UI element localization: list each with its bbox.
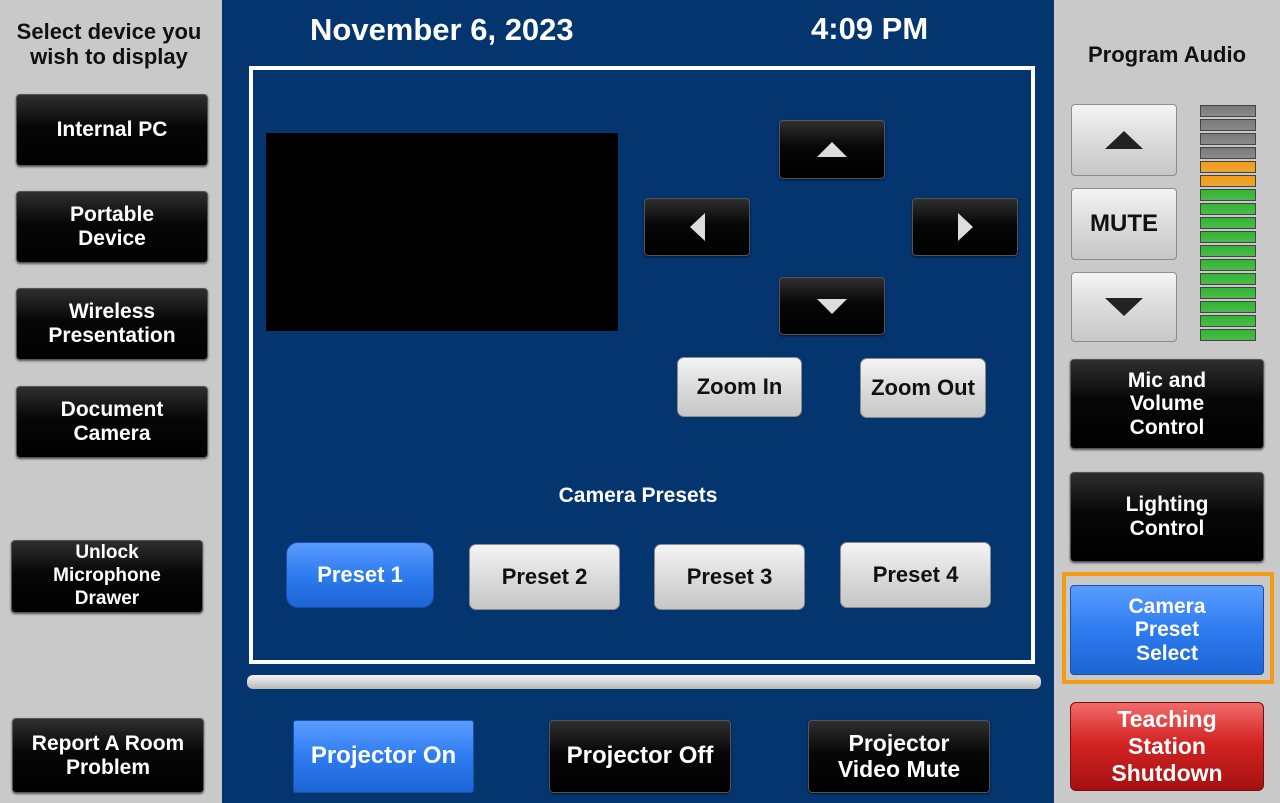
meter-segment: [1200, 301, 1256, 313]
preset-label: Preset 2: [501, 563, 588, 589]
source-internal-pc-button[interactable]: Internal PC: [16, 94, 208, 166]
source-portable-device-button[interactable]: Portable Device: [16, 191, 208, 263]
preset-1-button[interactable]: Preset 1: [286, 542, 434, 608]
camera-preset-select-button[interactable]: Camera Preset Select: [1070, 585, 1264, 675]
preset-label: Preset 1: [317, 561, 403, 587]
shutdown-label: Teaching Station Shutdown: [1111, 705, 1223, 787]
report-button-label: Report A Room Problem: [31, 731, 185, 779]
mute-label: MUTE: [1090, 209, 1158, 237]
chevron-right-icon: [957, 213, 973, 241]
meter-segment: [1200, 119, 1256, 131]
camera-presets-heading: Camera Presets: [558, 484, 718, 507]
projector-off-label: Projector Off: [566, 742, 714, 770]
source-button-label: Portable Device: [69, 203, 155, 250]
volume-down-icon: [1105, 298, 1143, 316]
projector-video-mute-button[interactable]: Projector Video Mute: [808, 720, 990, 793]
source-button-label: Internal PC: [56, 118, 168, 142]
meter-segment: [1200, 329, 1256, 341]
meter-segment: [1200, 273, 1256, 285]
volume-up-icon: [1105, 131, 1143, 149]
program-audio-heading: Program Audio: [1087, 42, 1247, 67]
chevron-up-icon: [817, 142, 847, 157]
report-room-problem-button[interactable]: Report A Room Problem: [12, 718, 204, 793]
time-display: 4:09 PM: [811, 11, 929, 46]
camera-tilt-down-button[interactable]: [779, 277, 885, 335]
meter-segment: [1200, 315, 1256, 327]
lighting-control-button[interactable]: Lighting Control: [1070, 472, 1264, 562]
zoom-in-label: Zoom In: [696, 373, 783, 399]
volume-down-button[interactable]: [1071, 272, 1177, 342]
mic-volume-label: Mic and Volume Control: [1127, 368, 1207, 439]
meter-segment: [1200, 259, 1256, 271]
lighting-label: Lighting Control: [1125, 493, 1209, 540]
meter-segment: [1200, 147, 1256, 159]
projector-on-label: Projector On: [310, 742, 457, 770]
preset-3-button[interactable]: Preset 3: [654, 544, 805, 610]
meter-segment: [1200, 161, 1256, 173]
zoom-out-label: Zoom Out: [871, 374, 975, 400]
source-button-label: Wireless Presentation: [48, 300, 176, 347]
meter-segment: [1200, 203, 1256, 215]
date-display: November 6, 2023: [310, 12, 574, 47]
unlock-button-label: Unlock Microphone Drawer: [53, 542, 161, 609]
unlock-microphone-drawer-button[interactable]: Unlock Microphone Drawer: [11, 540, 203, 613]
camera-preset-select-label: Camera Preset Select: [1128, 594, 1206, 665]
panel-divider: [247, 675, 1041, 689]
volume-up-button[interactable]: [1071, 104, 1177, 176]
chevron-left-icon: [689, 213, 705, 241]
preset-2-button[interactable]: Preset 2: [469, 544, 620, 610]
meter-segment: [1200, 217, 1256, 229]
meter-segment: [1200, 287, 1256, 299]
meter-segment: [1200, 245, 1256, 257]
camera-preview: [266, 133, 618, 331]
zoom-out-button[interactable]: Zoom Out: [860, 358, 986, 418]
meter-segment: [1200, 105, 1256, 117]
preset-label: Preset 3: [686, 563, 773, 589]
source-button-label: Document Camera: [60, 398, 164, 445]
audio-mute-button[interactable]: MUTE: [1071, 188, 1177, 260]
camera-pan-right-button[interactable]: [912, 198, 1018, 256]
source-wireless-presentation-button[interactable]: Wireless Presentation: [16, 288, 208, 360]
audio-level-meter: [1200, 105, 1256, 345]
source-select-heading: Select device you wish to display: [16, 19, 202, 69]
zoom-in-button[interactable]: Zoom In: [677, 357, 802, 417]
projector-mute-label: Projector Video Mute: [837, 729, 961, 782]
meter-segment: [1200, 189, 1256, 201]
meter-segment: [1200, 133, 1256, 145]
mic-volume-control-button[interactable]: Mic and Volume Control: [1070, 359, 1264, 449]
chevron-down-icon: [817, 298, 847, 314]
preset-label: Preset 4: [872, 561, 959, 587]
projector-off-button[interactable]: Projector Off: [549, 720, 731, 793]
projector-on-button[interactable]: Projector On: [293, 720, 474, 793]
camera-pan-left-button[interactable]: [644, 198, 750, 256]
source-document-camera-button[interactable]: Document Camera: [16, 386, 208, 458]
meter-segment: [1200, 231, 1256, 243]
preset-4-button[interactable]: Preset 4: [840, 542, 991, 608]
meter-segment: [1200, 175, 1256, 187]
camera-tilt-up-button[interactable]: [779, 120, 885, 179]
teaching-station-shutdown-button[interactable]: Teaching Station Shutdown: [1070, 702, 1264, 791]
